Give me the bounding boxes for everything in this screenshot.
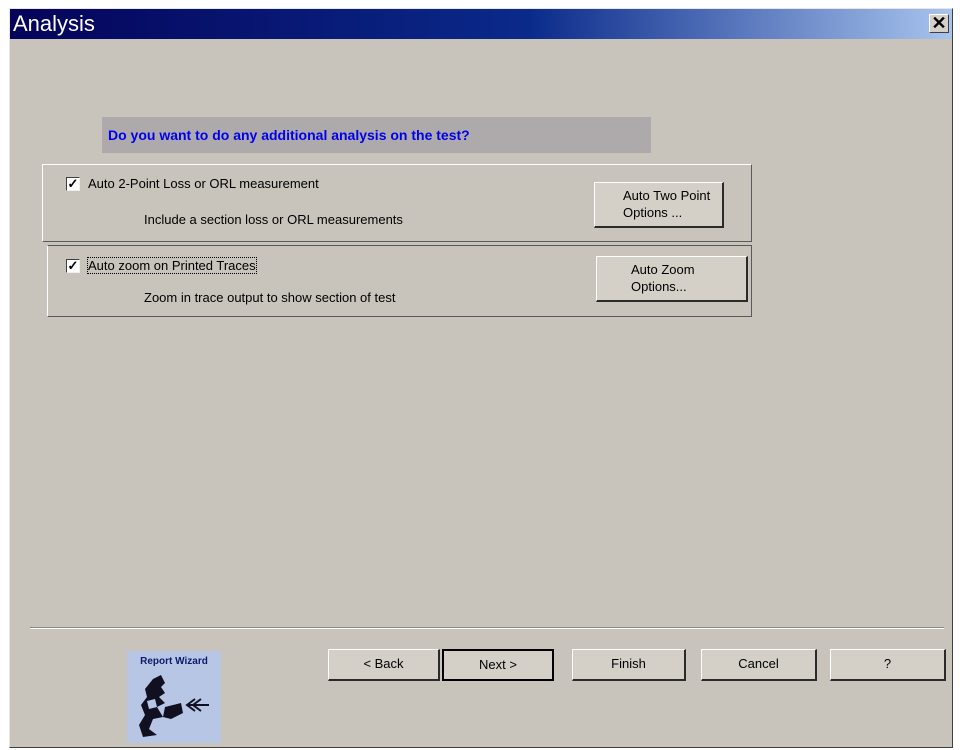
close-icon: ✕	[931, 13, 947, 33]
window-title: Analysis	[13, 11, 95, 36]
two-point-label[interactable]: Auto 2-Point Loss or ORL measurement	[88, 176, 319, 191]
help-button[interactable]: ?	[830, 649, 946, 681]
next-button[interactable]: Next >	[442, 649, 554, 681]
next-label: Next >	[479, 657, 517, 672]
button-line-1: Auto Two Point	[623, 188, 711, 203]
finish-label: Finish	[611, 656, 646, 671]
question-text: Do you want to do any additional analysi…	[108, 127, 470, 143]
auto-zoom-options-button[interactable]: Auto Zoom Options...	[596, 256, 748, 302]
button-line-2: Options ...	[623, 205, 683, 220]
analysis-dialog: Analysis ✕ Do you want to do any additio…	[9, 8, 953, 748]
auto-zoom-checkbox[interactable]: ✓	[66, 259, 80, 273]
checkmark-icon: ✓	[67, 258, 79, 273]
close-button[interactable]: ✕	[929, 14, 949, 33]
footer-separator	[30, 627, 944, 629]
logo-caption: Report Wizard	[140, 656, 208, 667]
option-panel-two-point: ✓ Auto 2-Point Loss or ORL measurement I…	[42, 164, 752, 242]
two-point-checkbox[interactable]: ✓	[66, 177, 80, 191]
two-point-description: Include a section loss or ORL measuremen…	[144, 212, 403, 227]
back-label: < Back	[363, 656, 404, 671]
report-wizard-logo: Report Wizard	[127, 651, 221, 743]
button-line-1: Auto Zoom	[631, 262, 695, 277]
question-banner: Do you want to do any additional analysi…	[102, 117, 651, 153]
wizard-figure-icon	[139, 675, 209, 737]
auto-two-point-options-button[interactable]: Auto Two Point Options ...	[594, 182, 724, 228]
checkmark-icon: ✓	[67, 176, 79, 191]
title-bar[interactable]: Analysis ✕	[10, 9, 952, 39]
finish-button[interactable]: Finish	[572, 649, 686, 681]
help-label: ?	[883, 656, 892, 671]
cancel-label: Cancel	[738, 656, 779, 671]
auto-zoom-description: Zoom in trace output to show section of …	[144, 290, 396, 305]
back-button[interactable]: < Back	[328, 649, 440, 681]
button-line-2: Options...	[631, 279, 687, 294]
option-panel-auto-zoom: ✓ Auto zoom on Printed Traces Zoom in tr…	[47, 245, 752, 317]
auto-zoom-label[interactable]: Auto zoom on Printed Traces	[87, 257, 257, 274]
cancel-button[interactable]: Cancel	[701, 649, 817, 681]
